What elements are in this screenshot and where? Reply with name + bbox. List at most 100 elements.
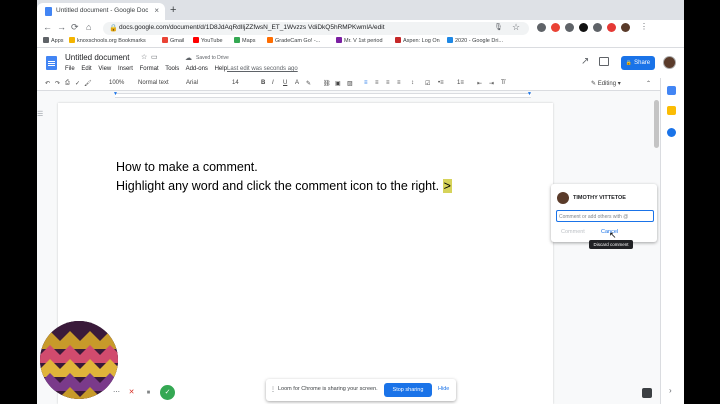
extension-icon[interactable] — [593, 23, 602, 32]
doc-line-2[interactable]: Highlight any word and click the comment… — [116, 179, 452, 193]
bookmark-gradecam[interactable]: GradeCam Go! -... — [267, 37, 320, 44]
justify-icon[interactable]: ≡ — [397, 80, 401, 86]
extension-icon[interactable] — [551, 23, 560, 32]
print-icon[interactable]: ⎙ — [65, 80, 70, 87]
font-size-select[interactable]: 14 — [232, 80, 239, 86]
align-center-icon[interactable]: ≡ — [375, 80, 379, 86]
more-menu-icon[interactable]: ⋮ — [640, 22, 648, 31]
bookmark-mr-v[interactable]: Mr. V 1st period — [336, 37, 383, 44]
back-icon[interactable]: ← — [43, 22, 52, 32]
decrease-indent-icon[interactable]: ⇤ — [477, 80, 482, 87]
bookmark-knoxschools[interactable]: knoxschools.org Bookmarks — [69, 37, 146, 44]
document-page[interactable]: How to make a comment. Highlight any wor… — [58, 103, 553, 404]
expand-panel-icon[interactable]: › — [669, 386, 672, 395]
collapse-toolbar-icon[interactable]: ⌃ — [646, 80, 651, 87]
document-title[interactable]: Untitled document — [65, 53, 129, 62]
keep-icon[interactable] — [667, 106, 676, 115]
increase-indent-icon[interactable]: ⇥ — [489, 80, 494, 87]
saved-status: Saved to Drive — [196, 55, 229, 61]
redo-icon[interactable]: ↷ — [55, 80, 60, 87]
extension-icon[interactable] — [565, 23, 574, 32]
user-avatar[interactable] — [663, 56, 676, 69]
menu-addons[interactable]: Add-ons — [186, 66, 208, 72]
docs-logo-icon[interactable] — [46, 56, 57, 70]
cancel-recording-icon[interactable]: ✕ — [125, 386, 138, 399]
align-right-icon[interactable]: ≡ — [386, 80, 390, 86]
share-button[interactable]: 🔒 Share — [621, 56, 655, 70]
line-spacing-icon[interactable]: ↕ — [411, 80, 414, 86]
highlight-icon[interactable]: ✎ — [306, 80, 311, 87]
explore-icon[interactable] — [642, 388, 652, 398]
menu-insert[interactable]: Insert — [118, 66, 133, 72]
style-select[interactable]: Normal text — [138, 80, 169, 86]
finish-recording-icon[interactable]: ✓ — [160, 385, 175, 400]
profile-avatar[interactable] — [621, 23, 630, 32]
drag-handle-icon[interactable]: ⋮ — [270, 386, 276, 393]
text-color-button[interactable]: A — [295, 80, 299, 86]
menu-tools[interactable]: Tools — [165, 66, 179, 72]
comment-input[interactable]: Comment or add others with @ — [556, 210, 654, 222]
menu-view[interactable]: View — [98, 66, 111, 72]
clear-formatting-icon[interactable]: T̸ — [501, 80, 505, 86]
bulleted-list-icon[interactable]: •≡ — [438, 80, 444, 86]
paint-format-icon[interactable]: 🖌 — [84, 80, 92, 87]
star-icon[interactable]: ☆ — [141, 53, 147, 61]
font-select[interactable]: Arial — [186, 80, 198, 86]
tasks-icon[interactable] — [667, 128, 676, 137]
menu-format[interactable]: Format — [140, 66, 159, 72]
lock-icon: 🔒 — [625, 60, 633, 66]
zoom-select[interactable]: 100% — [109, 80, 124, 86]
highlighted-selection[interactable]: > — [442, 179, 452, 193]
bookmark-gmail[interactable]: Gmail — [162, 37, 184, 44]
stop-sharing-button[interactable]: Stop sharing — [384, 383, 432, 397]
more-options-icon[interactable]: ⋯ — [110, 386, 123, 399]
outline-icon[interactable]: ☰ — [37, 110, 43, 118]
move-folder-icon[interactable]: ▭ — [151, 53, 158, 61]
undo-icon[interactable]: ↶ — [45, 80, 50, 87]
extension-icon[interactable] — [579, 23, 588, 32]
tab-close-icon[interactable]: × — [154, 6, 159, 15]
bookmark-star-icon[interactable]: ☆ — [512, 22, 520, 33]
menu-file[interactable]: File — [65, 66, 75, 72]
last-edit-link[interactable]: Last edit was seconds ago — [227, 66, 298, 72]
forward-icon[interactable]: → — [57, 22, 66, 32]
insert-comment-icon[interactable]: ▣ — [335, 80, 341, 87]
editing-mode-select[interactable]: ✎ Editing ▾ — [591, 80, 621, 87]
tab-google-docs[interactable]: Untitled document - Google Docs × — [37, 3, 165, 20]
numbered-list-icon[interactable]: 1≡ — [457, 80, 464, 86]
italic-button[interactable]: I — [272, 80, 274, 86]
bookmark-drive[interactable]: 2020 - Google Dri... — [447, 37, 503, 44]
bookmark-apps[interactable]: Apps — [43, 37, 64, 44]
comment-button[interactable]: Comment — [561, 229, 585, 235]
mic-icon[interactable]: 🎙 — [494, 23, 503, 31]
activity-trend-icon[interactable]: ↗ — [581, 56, 589, 67]
bookmark-maps[interactable]: Maps — [234, 37, 255, 44]
image-icon[interactable]: ▨ — [347, 80, 353, 87]
loom-webcam-bubble[interactable] — [40, 321, 118, 399]
checklist-icon[interactable]: ☑ — [425, 80, 430, 87]
underline-button[interactable]: U — [283, 80, 287, 86]
bookmark-aspen[interactable]: Aspen: Log On — [395, 37, 440, 44]
align-left-icon[interactable]: ≡ — [364, 80, 368, 86]
link-icon[interactable]: ⛓ — [323, 80, 331, 87]
extension-icon[interactable] — [537, 23, 546, 32]
new-tab-button[interactable]: + — [170, 4, 176, 16]
menu-edit[interactable]: Edit — [81, 66, 91, 72]
reload-icon[interactable]: ⟳ — [71, 22, 79, 33]
indent-marker-icon[interactable]: ▼ — [113, 91, 118, 97]
scrollbar[interactable] — [654, 100, 659, 148]
calendar-icon[interactable] — [667, 86, 676, 95]
menu-help[interactable]: Help — [215, 66, 227, 72]
doc-line-1[interactable]: How to make a comment. — [116, 160, 258, 174]
comment-history-icon[interactable] — [599, 57, 609, 66]
right-margin-marker-icon[interactable]: ▼ — [527, 91, 532, 97]
pause-icon[interactable]: ⏸ — [142, 386, 155, 399]
ruler-track[interactable] — [115, 93, 531, 98]
bold-button[interactable]: B — [261, 80, 265, 86]
home-icon[interactable]: ⌂ — [86, 22, 91, 32]
extension-icon[interactable] — [607, 23, 616, 32]
hide-button[interactable]: Hide — [438, 386, 449, 392]
spellcheck-icon[interactable]: ✓ — [75, 80, 80, 87]
bookmark-youtube[interactable]: YouTube — [193, 37, 223, 44]
address-bar[interactable]: 🔒 docs.google.com/document/d/1D8JdAqRdlI… — [103, 22, 529, 35]
